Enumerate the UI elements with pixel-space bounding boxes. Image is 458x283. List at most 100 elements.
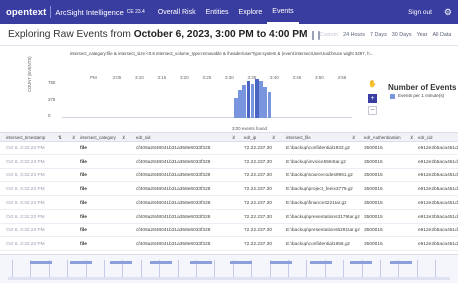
- cell-authentication: 3500015: [364, 200, 383, 206]
- share-icon[interactable]: [317, 31, 320, 40]
- chart-legend-title: Number of Events: [388, 83, 457, 92]
- gear-icon[interactable]: ⚙: [444, 7, 452, 18]
- cell-sid: cf406a2848041b31a358e6033f328: [136, 159, 211, 165]
- cell-category: file: [80, 159, 87, 165]
- histogram-bar[interactable]: [263, 86, 267, 118]
- table-row[interactable]: Oct 6, 3:32:23 PM file cf406a2848041b31a35…: [0, 170, 458, 183]
- cell-sid: cf406a2848041b31a358e6033f328: [136, 214, 211, 220]
- nav-events[interactable]: Events: [267, 0, 299, 24]
- filter-icon[interactable]: ⊻: [272, 135, 275, 141]
- cell-file: E:\backup\presentations3179tar.gz: [286, 214, 360, 220]
- cell-sid: cf406a2848041b31a358e6033f328: [136, 187, 211, 193]
- timeline-event-block: [30, 261, 52, 264]
- time-filter-custom[interactable]: Custom: [320, 32, 339, 38]
- cell-sid: cf406a2848041b31a358e6033f328: [136, 241, 211, 247]
- cell-sid: cf406a2848041b31a358e6033f328: [136, 200, 211, 206]
- column-header-timestamp[interactable]: intersect_timestamp: [6, 135, 45, 140]
- cell-timestamp: Oct 6, 3:32:23 PM: [6, 187, 45, 193]
- cell-ip: 72.22.237.30: [244, 173, 273, 179]
- cell-timestamp: Oct 6, 3:32:23 PM: [6, 241, 45, 247]
- table-row[interactable]: Oct 6, 3:32:23 PM file cf406a2848041b31a35…: [0, 143, 458, 155]
- column-header-file[interactable]: intersect_file: [286, 135, 311, 140]
- histogram-bar[interactable]: [255, 79, 259, 118]
- x-tick-label: 3:05: [112, 75, 122, 80]
- cell-timestamp: Oct 6, 3:32:23 PM: [6, 146, 45, 151]
- cell-ip: 72.22.237.30: [244, 241, 273, 247]
- histogram-bar[interactable]: [238, 90, 242, 118]
- page-title: Exploring Raw Events from October 6, 202…: [8, 29, 308, 40]
- cell-authentication: 3500015: [364, 241, 383, 247]
- time-filter-30-days[interactable]: 30 Days: [392, 32, 412, 38]
- table-row[interactable]: Oct 6, 3:32:23 PM file cf406a2848041b31a35…: [0, 212, 458, 224]
- legend-series-label[interactable]: Events per 1 minute(s): [398, 93, 444, 98]
- cell-file: E:\backup\project_feeix3779.gz: [286, 187, 353, 193]
- event-histogram[interactable]: [62, 78, 352, 118]
- x-tick-label: 3:55: [337, 75, 347, 80]
- histogram-bar[interactable]: [242, 85, 246, 118]
- time-filter-all-data[interactable]: All Data: [432, 32, 451, 38]
- cell-file: E:\backup\finance3221tar.gz: [286, 200, 347, 206]
- filter-icon[interactable]: ⊻: [122, 135, 125, 141]
- histogram-bar[interactable]: [234, 97, 238, 118]
- timeline-event-block: [390, 261, 412, 264]
- cell-file: E:\backup\presentations6291tar.gz: [286, 228, 360, 234]
- sort-icon[interactable]: ⇅: [58, 135, 62, 141]
- cell-ip: 72.22.237.30: [244, 200, 273, 206]
- column-header-cid[interactable]: edr_cid: [418, 135, 432, 140]
- time-filter-7-days[interactable]: 7 Days: [370, 32, 387, 38]
- column-header-sid[interactable]: edr_sid: [136, 135, 150, 140]
- top-nav: opentext ArcSight Intelligence CE 23.4 O…: [0, 0, 458, 24]
- cell-authentication: 3500015: [364, 159, 383, 165]
- table-row[interactable]: Oct 6, 3:32:23 PM file cf406a2848041b31a35…: [0, 198, 458, 210]
- timeline-event-block: [350, 261, 372, 264]
- column-header-authentication[interactable]: edr_Authentication: [364, 135, 401, 140]
- export-icon[interactable]: [311, 31, 314, 40]
- filter-icon[interactable]: ⊻: [72, 135, 75, 141]
- x-tick-label: 3:30: [225, 75, 234, 80]
- filter-icon[interactable]: ⊻: [352, 135, 355, 141]
- cell-sid: cf406a2848041b31a358e6033f328: [136, 173, 211, 179]
- pan-hand-icon[interactable]: ✋: [368, 80, 377, 89]
- filter-icon[interactable]: ⊻: [232, 135, 235, 141]
- column-header-category[interactable]: intersect_category: [80, 135, 116, 140]
- y-tick-label: 375: [48, 97, 56, 102]
- table-row[interactable]: Oct 6, 3:32:23 PM file cf406a2848041b31a35…: [0, 225, 458, 238]
- x-tick-label: 3:20: [180, 75, 189, 80]
- zoom-out-button[interactable]: −: [368, 106, 377, 115]
- cell-timestamp: Oct 6, 3:32:23 PM: [6, 228, 45, 234]
- cell-category: file: [80, 187, 87, 193]
- histogram-bar[interactable]: [267, 92, 272, 118]
- histogram-bar[interactable]: [259, 81, 263, 118]
- column-header-ip[interactable]: edr_ip: [244, 135, 256, 140]
- nav-overall-risk[interactable]: Overall Risk: [153, 0, 201, 24]
- cell-ip: 72.22.237.30: [244, 187, 273, 193]
- timeline-event-block: [110, 261, 132, 264]
- zoom-in-button[interactable]: +: [368, 94, 377, 103]
- table-row[interactable]: Oct 6, 3:32:23 PM file cf406a2848041b31a35…: [0, 157, 458, 169]
- timeline-scrollbar[interactable]: [8, 277, 450, 280]
- cell-file: E:\backup\confidential1656.gz: [286, 241, 351, 247]
- table-row[interactable]: Oct 6, 3:32:23 PM file cf406a2848041b31a35…: [0, 239, 458, 251]
- x-tick-label: 3:45: [292, 75, 302, 80]
- cell-timestamp: Oct 6, 3:32:23 PM: [6, 200, 45, 206]
- cell-timestamp: Oct 6, 3:32:23 PM: [6, 173, 45, 179]
- signout-link[interactable]: Sign out: [408, 9, 432, 16]
- brand-logo[interactable]: opentext: [6, 7, 46, 18]
- query-filter-text[interactable]: intersect_category:file & intersect_size…: [70, 51, 410, 61]
- nav-explore[interactable]: Explore: [234, 0, 268, 24]
- cell-category: file: [80, 200, 87, 206]
- page-title-prefix: Exploring Raw Events from: [8, 29, 131, 40]
- cell-ip: 72.22.237.30: [244, 146, 273, 151]
- y-tick-label: 0: [48, 113, 51, 118]
- cell-category: file: [80, 241, 87, 247]
- filter-icon[interactable]: ⊻: [410, 135, 413, 141]
- x-tick-label: 3:50: [315, 75, 324, 80]
- histogram-bar[interactable]: [246, 80, 251, 118]
- timeline-overview[interactable]: [0, 254, 458, 283]
- time-filter-24-hours[interactable]: 24 Hours: [343, 32, 365, 38]
- cell-cid: e912e2b5aca451d6cd1f: [418, 187, 458, 193]
- histogram-bar[interactable]: [250, 83, 255, 118]
- time-filter-year[interactable]: Year: [417, 32, 428, 38]
- table-row[interactable]: Oct 6, 3:32:23 PM file cf406a2848041b31a35…: [0, 184, 458, 197]
- nav-entities[interactable]: Entities: [201, 0, 234, 24]
